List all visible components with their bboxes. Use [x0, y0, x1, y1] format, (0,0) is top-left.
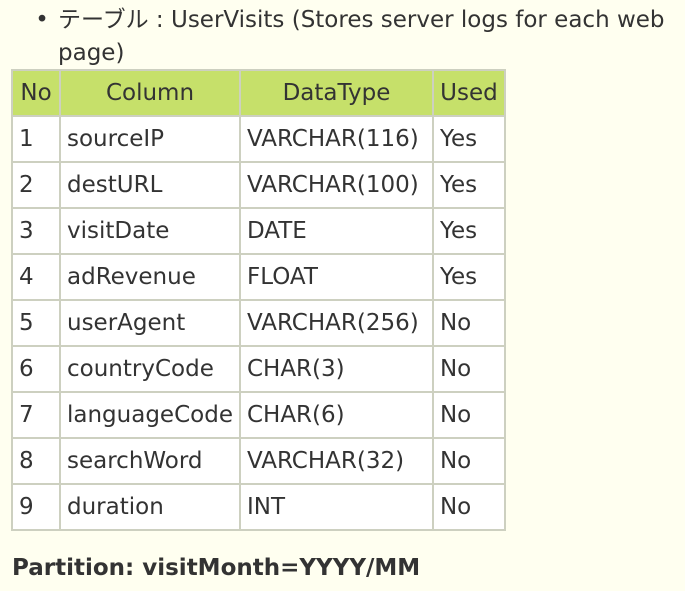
- cell-used: Yes: [431, 161, 506, 209]
- table-header-row: No Column DataType Used: [11, 69, 506, 117]
- cell-column: adRevenue: [59, 253, 241, 301]
- cell-no: 2: [11, 161, 61, 209]
- table-row: 6 countryCode CHAR(3) No: [11, 345, 506, 393]
- bullet-icon: •: [35, 7, 49, 33]
- cell-used: Yes: [431, 253, 506, 301]
- cell-no: 5: [11, 299, 61, 347]
- table-row: 5 userAgent VARCHAR(256) No: [11, 299, 506, 347]
- cell-datatype: DATE: [238, 207, 434, 255]
- cell-column: userAgent: [59, 299, 241, 347]
- table-description-item: • テーブル : UserVisits (Stores server logs …: [30, 4, 680, 70]
- cell-used: No: [431, 299, 506, 347]
- cell-no: 3: [11, 207, 61, 255]
- cell-datatype: VARCHAR(100): [238, 161, 434, 209]
- cell-used: No: [431, 437, 506, 485]
- cell-datatype: INT: [238, 483, 434, 531]
- cell-no: 8: [11, 437, 61, 485]
- table-description: テーブル : UserVisits (Stores server logs fo…: [58, 7, 665, 66]
- partition-note: Partition: visitMonth=YYYY/MM: [12, 555, 421, 581]
- cell-no: 9: [11, 483, 61, 531]
- cell-column: languageCode: [59, 391, 241, 439]
- table-row: 3 visitDate DATE Yes: [11, 207, 506, 255]
- cell-datatype: CHAR(6): [238, 391, 434, 439]
- cell-column: duration: [59, 483, 241, 531]
- cell-no: 6: [11, 345, 61, 393]
- cell-column: countryCode: [59, 345, 241, 393]
- cell-column: visitDate: [59, 207, 241, 255]
- cell-datatype: FLOAT: [238, 253, 434, 301]
- schema-table: No Column DataType Used 1 sourceIP VARCH…: [11, 69, 506, 531]
- table-row: 7 languageCode CHAR(6) No: [11, 391, 506, 439]
- table-row: 2 destURL VARCHAR(100) Yes: [11, 161, 506, 209]
- header-no: No: [11, 69, 61, 117]
- cell-no: 1: [11, 115, 61, 163]
- cell-used: No: [431, 391, 506, 439]
- header-datatype: DataType: [238, 69, 434, 117]
- cell-datatype: VARCHAR(32): [238, 437, 434, 485]
- cell-used: Yes: [431, 115, 506, 163]
- table-row: 1 sourceIP VARCHAR(116) Yes: [11, 115, 506, 163]
- cell-used: No: [431, 483, 506, 531]
- cell-no: 7: [11, 391, 61, 439]
- cell-datatype: VARCHAR(116): [238, 115, 434, 163]
- cell-column: searchWord: [59, 437, 241, 485]
- table-row: 4 adRevenue FLOAT Yes: [11, 253, 506, 301]
- cell-column: sourceIP: [59, 115, 241, 163]
- table-row: 8 searchWord VARCHAR(32) No: [11, 437, 506, 485]
- cell-datatype: VARCHAR(256): [238, 299, 434, 347]
- cell-column: destURL: [59, 161, 241, 209]
- cell-used: Yes: [431, 207, 506, 255]
- header-used: Used: [431, 69, 506, 117]
- table-row: 9 duration INT No: [11, 483, 506, 531]
- header-column: Column: [59, 69, 241, 117]
- cell-datatype: CHAR(3): [238, 345, 434, 393]
- cell-used: No: [431, 345, 506, 393]
- cell-no: 4: [11, 253, 61, 301]
